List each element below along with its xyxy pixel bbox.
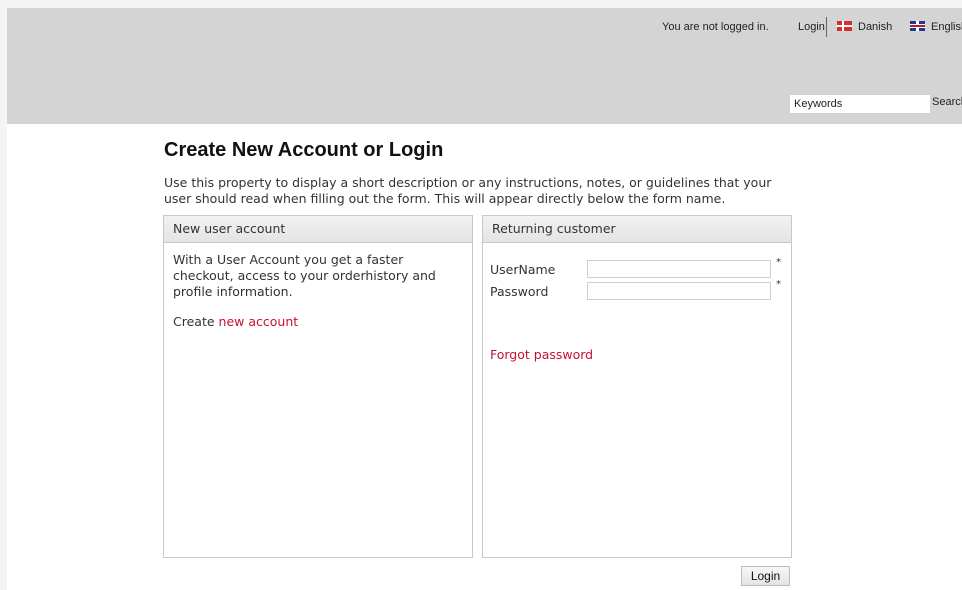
- top-bar: You are not logged in. Login Danish Engl…: [7, 17, 962, 38]
- window-left-edge: [0, 0, 7, 590]
- language-danish-label: Danish: [858, 21, 893, 33]
- new-account-link[interactable]: new account: [219, 314, 299, 329]
- window-top-edge: [0, 0, 962, 8]
- page-description: Use this property to display a short des…: [164, 175, 772, 206]
- username-required-mark: *: [776, 257, 781, 268]
- denmark-flag-icon: [837, 21, 852, 31]
- create-prefix: Create: [173, 314, 215, 329]
- new-account-heading: New user account: [164, 216, 472, 243]
- uk-flag-icon: [910, 21, 925, 31]
- username-label: UserName: [490, 262, 556, 277]
- password-required-mark: *: [776, 279, 781, 290]
- login-button[interactable]: Login: [741, 566, 790, 586]
- topbar-divider: [826, 17, 827, 37]
- search-input[interactable]: [790, 95, 930, 113]
- forgot-password-link[interactable]: Forgot password: [490, 347, 593, 362]
- returning-customer-body: UserName * Password * Forgot password: [483, 243, 791, 543]
- password-label: Password: [490, 284, 549, 299]
- language-english-label: English: [931, 21, 962, 33]
- new-account-text: With a User Account you get a faster che…: [173, 252, 436, 299]
- search-button[interactable]: Search: [932, 96, 962, 108]
- login-status: You are not logged in.: [662, 21, 769, 33]
- language-english[interactable]: English: [910, 21, 962, 33]
- language-danish[interactable]: Danish: [837, 21, 892, 33]
- password-field[interactable]: [587, 282, 771, 300]
- login-link[interactable]: Login: [798, 21, 825, 33]
- new-account-body: With a User Account you get a faster che…: [164, 243, 472, 339]
- site-header: You are not logged in. Login Danish Engl…: [7, 8, 962, 124]
- username-field[interactable]: [587, 260, 771, 278]
- page-title: Create New Account or Login: [164, 139, 444, 161]
- create-account-line: Create new account: [173, 314, 463, 330]
- new-account-panel: New user account With a User Account you…: [163, 215, 473, 558]
- returning-customer-heading: Returning customer: [483, 216, 791, 243]
- returning-customer-panel: Returning customer UserName * Password *…: [482, 215, 792, 558]
